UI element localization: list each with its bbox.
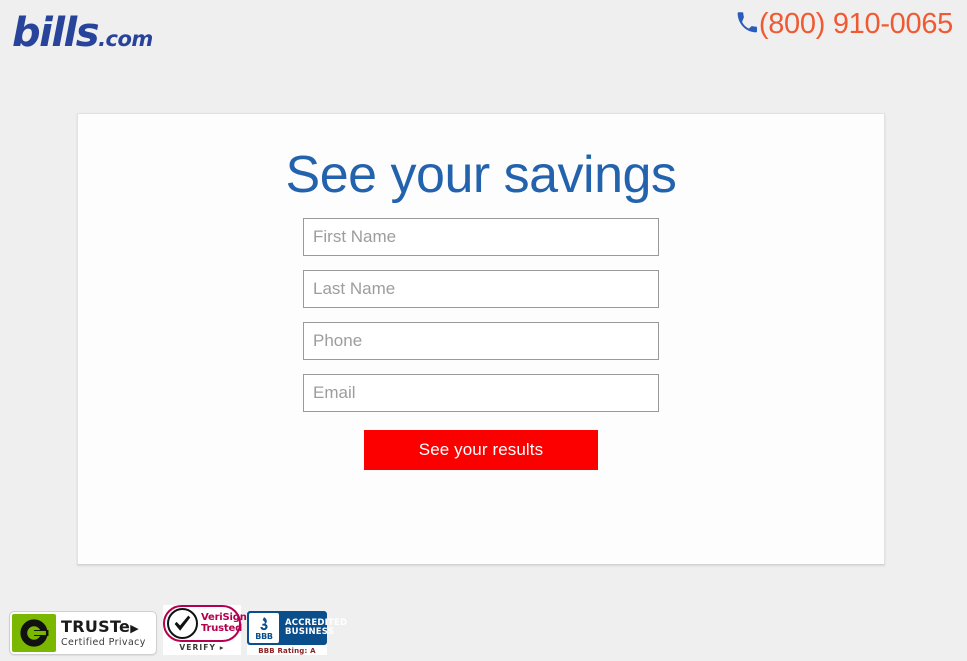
- bbb-accredited-badge[interactable]: BBB ACCREDITED BUSINESS BBB Rating: A: [247, 611, 347, 655]
- header-phone-link[interactable]: (800) 910-0065: [736, 6, 953, 42]
- truste-title: TRUSTe▶: [61, 616, 146, 636]
- bbb-line2: BUSINESS: [285, 627, 335, 637]
- trust-badge-strip: TRUSTe▶ Certified Privacy VeriSign Trust…: [9, 605, 347, 655]
- verisign-verify-label[interactable]: VERIFY ▸: [163, 643, 241, 652]
- email-input[interactable]: [303, 374, 659, 412]
- last-name-row: [78, 270, 884, 308]
- last-name-input[interactable]: [303, 270, 659, 308]
- bills-com-logo[interactable]: bills.com: [12, 10, 153, 62]
- verisign-line2: Trusted: [201, 622, 243, 634]
- savings-card: See your savings See your results: [77, 113, 885, 565]
- verisign-wordmark: VeriSign Trusted: [198, 612, 247, 634]
- bbb-wordmark: ACCREDITED BUSINESS: [281, 618, 347, 638]
- truste-badge[interactable]: TRUSTe▶ Certified Privacy: [9, 611, 157, 655]
- logo-dotcom: .com: [98, 27, 153, 51]
- email-row: [78, 374, 884, 412]
- truste-text-block: TRUSTe▶ Certified Privacy: [56, 616, 146, 648]
- verisign-line1: VeriSign: [201, 612, 247, 623]
- bbb-rating-label: BBB Rating: A: [258, 647, 316, 655]
- verisign-badge[interactable]: VeriSign Trusted VERIFY ▸: [163, 605, 247, 655]
- truste-title-text: TRUSTe: [61, 616, 131, 636]
- bbb-seal-word: BBB: [255, 631, 273, 641]
- logo-wordmark: bills: [12, 10, 100, 56]
- phone-number-text: (800) 910-0065: [758, 8, 953, 40]
- bbb-torch-icon: BBB: [249, 613, 279, 643]
- truste-e-logo-icon: [12, 614, 56, 652]
- first-name-input[interactable]: [303, 218, 659, 256]
- see-your-results-button[interactable]: See your results: [364, 430, 598, 470]
- truste-subtitle: Certified Privacy: [61, 636, 146, 648]
- truste-caret-icon: ▶: [130, 621, 139, 635]
- first-name-row: [78, 218, 884, 256]
- site-header: bills.com (800) 910-0065: [0, 0, 967, 72]
- phone-row: [78, 322, 884, 360]
- phone-handset-icon: [736, 12, 758, 38]
- phone-input[interactable]: [303, 322, 659, 360]
- submit-row: See your results: [78, 430, 884, 470]
- bbb-plate: BBB ACCREDITED BUSINESS: [247, 611, 347, 645]
- checkmark-icon: [167, 608, 198, 639]
- lead-capture-form: See your results: [78, 218, 884, 470]
- page-title: See your savings: [285, 146, 677, 204]
- verisign-body: VeriSign Trusted: [163, 605, 247, 642]
